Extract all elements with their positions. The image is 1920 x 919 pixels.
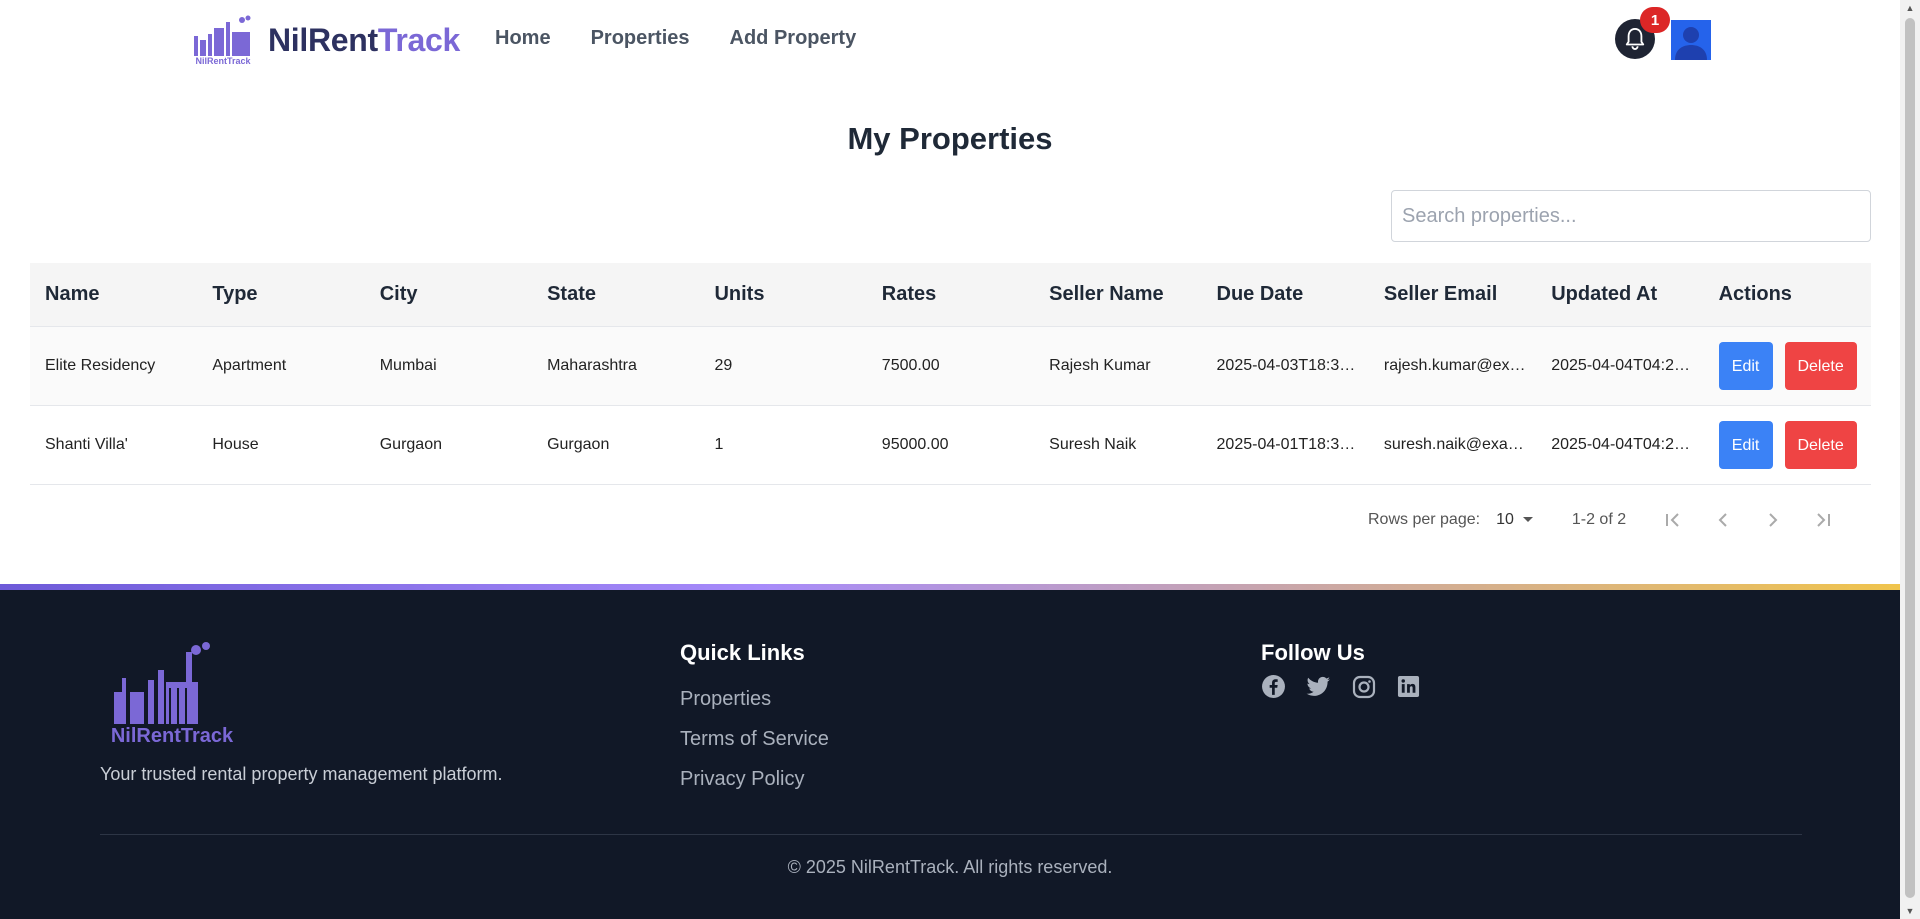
page-scrollbar[interactable]: ▲ ▼ <box>1900 0 1920 919</box>
brand-name: NilRentTrack <box>268 22 460 59</box>
column-header-seller-name[interactable]: Seller Name <box>1034 283 1201 306</box>
page-controls <box>1648 510 1848 530</box>
instagram-icon[interactable] <box>1351 674 1376 699</box>
top-navbar: NilRentTrack NilRentTrack Home Propertie… <box>0 0 1900 80</box>
cell-due-date: 2025-04-01T18:30:00 <box>1216 436 1369 453</box>
footer-link-terms[interactable]: Terms of Service <box>680 728 829 751</box>
brand-name-part1: NilRent <box>268 21 378 58</box>
pagination: Rows per page: 10 1-2 of 2 <box>1368 508 1848 532</box>
twitter-icon[interactable] <box>1306 674 1331 699</box>
first-page-icon <box>1666 513 1679 527</box>
delete-button[interactable]: Delete <box>1784 342 1857 390</box>
scroll-down-arrow-icon[interactable]: ▼ <box>1900 903 1920 919</box>
delete-button[interactable]: Delete <box>1784 421 1857 469</box>
rows-per-page-select[interactable]: 10 <box>1496 511 1534 529</box>
nav-properties[interactable]: Properties <box>591 27 690 50</box>
brand-name-part2: Track <box>377 21 461 58</box>
column-header-name[interactable]: Name <box>30 283 197 306</box>
footer-copyright: © 2025 NilRentTrack. All rights reserved… <box>787 857 1113 877</box>
cell-name: Elite Residency <box>45 357 156 374</box>
facebook-icon[interactable] <box>1261 674 1286 699</box>
footer-link-properties[interactable]: Properties <box>680 688 771 711</box>
cell-city: Mumbai <box>379 357 437 374</box>
cell-seller-email: suresh.naik@example.com <box>1383 436 1536 453</box>
column-header-seller-email[interactable]: Seller Email <box>1369 283 1536 306</box>
user-avatar[interactable] <box>1671 20 1711 60</box>
notification-badge: 1 <box>1640 7 1670 33</box>
previous-page-button[interactable] <box>1698 510 1748 530</box>
cell-rates: 95000.00 <box>881 436 949 453</box>
cell-state: Gurgaon <box>547 436 610 453</box>
edit-button[interactable]: Edit <box>1718 421 1773 469</box>
cell-seller-name: Rajesh Kumar <box>1049 357 1151 374</box>
social-links <box>1261 674 1421 699</box>
column-header-updated-at[interactable]: Updated At <box>1536 283 1703 306</box>
scroll-up-arrow-icon[interactable]: ▲ <box>1900 0 1920 16</box>
nav-add-property[interactable]: Add Property <box>730 27 857 50</box>
quick-links-heading: Quick Links <box>680 640 805 665</box>
table-row: Shanti Villa' House Gurgaon Gurgaon 1 95… <box>30 406 1871 485</box>
scrollbar-thumb[interactable] <box>1905 18 1915 898</box>
chevron-left-icon <box>1718 513 1727 527</box>
brand-logo-icon: NilRentTrack <box>194 15 251 66</box>
column-header-due-date[interactable]: Due Date <box>1202 283 1369 306</box>
footer-link-privacy[interactable]: Privacy Policy <box>680 768 804 791</box>
table-row: Elite Residency Apartment Mumbai Maharas… <box>30 327 1871 406</box>
cell-due-date: 2025-04-03T18:30:00 <box>1216 357 1369 374</box>
first-page-button[interactable] <box>1648 510 1698 530</box>
column-header-units[interactable]: Units <box>699 283 866 306</box>
next-page-button[interactable] <box>1748 510 1798 530</box>
rows-per-page-value: 10 <box>1496 511 1514 528</box>
brand[interactable]: NilRentTrack NilRentTrack <box>190 14 460 66</box>
properties-table: Name Type City State Units Rates Seller … <box>30 263 1871 485</box>
footer-divider <box>100 834 1802 835</box>
column-header-state[interactable]: State <box>532 283 699 306</box>
chevron-right-icon <box>1769 513 1778 527</box>
cell-updated-at: 2025-04-04T04:20:00 <box>1551 436 1704 453</box>
footer: NilRentTrack Your trusted rental propert… <box>0 590 1900 919</box>
rows-per-page-label: Rows per page: <box>1368 511 1481 528</box>
search-input[interactable] <box>1391 190 1871 242</box>
footer-logo-caption: NilRentTrack <box>111 725 234 746</box>
cell-actions: Edit Delete <box>1704 342 1871 390</box>
nav-home[interactable]: Home <box>495 27 551 50</box>
cell-rates: 7500.00 <box>881 357 940 374</box>
bell-icon <box>1625 28 1645 51</box>
column-header-city[interactable]: City <box>365 283 532 306</box>
footer-logo-icon: NilRentTrack <box>111 642 234 746</box>
last-page-icon <box>1817 513 1831 527</box>
column-header-actions: Actions <box>1718 283 1792 305</box>
cell-type: Apartment <box>212 357 287 374</box>
cell-seller-email: rajesh.kumar@example.com <box>1383 357 1537 374</box>
brand-logo-caption: NilRentTrack <box>195 56 251 66</box>
cell-updated-at: 2025-04-04T04:20:00 <box>1551 357 1704 374</box>
main-nav: Home Properties Add Property <box>495 27 856 50</box>
cell-seller-name: Suresh Naik <box>1049 436 1137 453</box>
cell-type: House <box>212 436 259 453</box>
last-page-button[interactable] <box>1798 510 1848 530</box>
user-icon <box>1675 27 1707 60</box>
cell-actions: Edit Delete <box>1704 421 1871 469</box>
cell-units: 1 <box>714 436 724 453</box>
cell-units: 29 <box>714 357 733 374</box>
cell-state: Maharashtra <box>547 357 637 374</box>
column-header-rates[interactable]: Rates <box>867 283 1034 306</box>
footer-tagline: Your trusted rental property management … <box>100 764 503 784</box>
page-range: 1-2 of 2 <box>1571 511 1627 528</box>
table-header-row: Name Type City State Units Rates Seller … <box>30 263 1871 327</box>
column-header-type[interactable]: Type <box>197 283 364 306</box>
cell-name: Shanti Villa' <box>45 436 128 453</box>
cell-city: Gurgaon <box>379 436 442 453</box>
linkedin-icon[interactable] <box>1396 674 1421 699</box>
page-title: My Properties <box>847 121 1053 156</box>
caret-down-icon <box>1522 517 1533 522</box>
edit-button[interactable]: Edit <box>1718 342 1773 390</box>
follow-us-heading: Follow Us <box>1261 640 1365 665</box>
